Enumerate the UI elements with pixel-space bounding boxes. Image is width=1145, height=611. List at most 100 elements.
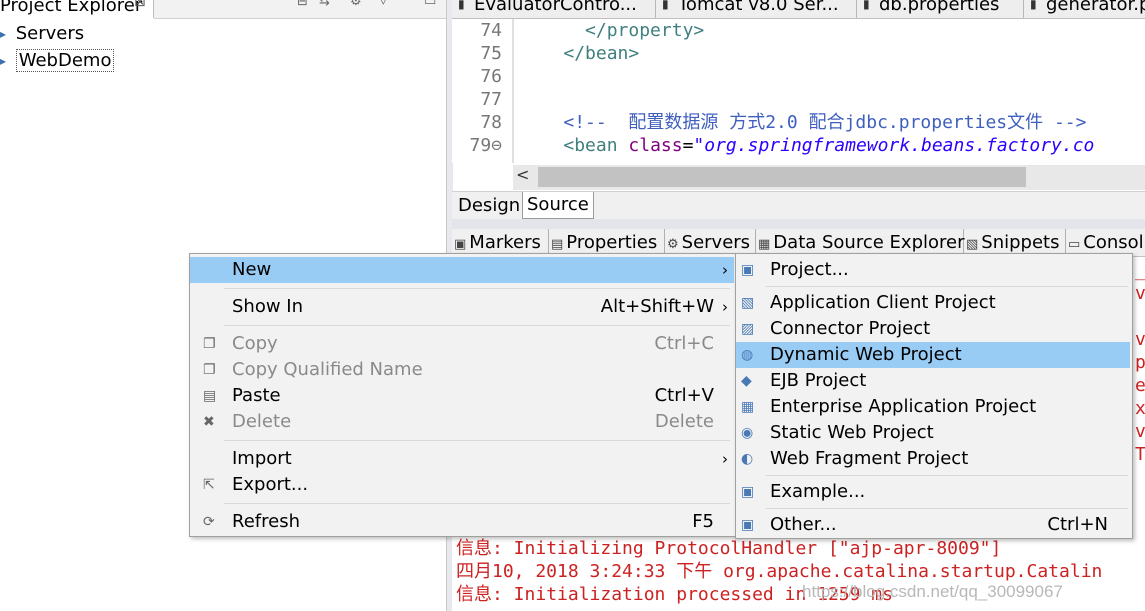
menu-item-import[interactable]: Import › <box>190 446 734 472</box>
close-icon[interactable]: ⊠ <box>134 0 146 10</box>
tree-item-label: WebDemo <box>15 49 115 72</box>
console-line-fragment: vc <box>1135 329 1145 350</box>
code-line: </property> <box>520 19 704 42</box>
submenu-item-ejb-project[interactable]: ◆ EJB Project <box>736 368 1130 394</box>
code-line: <bean class="org.springframework.beans.f… <box>520 134 1094 157</box>
folder-icon: ▸ <box>0 27 7 41</box>
scrollbar-thumb[interactable] <box>538 167 1026 187</box>
submenu-item-project[interactable]: ▣ Project... <box>736 257 1130 283</box>
menu-item-label: Paste <box>232 385 281 406</box>
menu-item-export[interactable]: ⇱ Export... <box>190 472 734 498</box>
editor-tab-generator[interactable]: ▮ generator.p <box>1024 0 1145 18</box>
project-explorer-toolbar: ⊟ ⇆ ⚙ ▿ ▭ <box>154 0 446 19</box>
menu-item-shortcut: Ctrl+C <box>654 333 714 354</box>
tree-item-label: Servers <box>15 23 85 44</box>
tab-source[interactable]: Source <box>522 192 594 219</box>
minimize-icon[interactable]: ▭ <box>424 0 436 9</box>
submenu-item-connector-project[interactable]: ▨ Connector Project <box>736 316 1130 342</box>
menu-item-paste[interactable]: ▤ Paste Ctrl+V <box>190 383 734 409</box>
console-line-prefix: 信息: <box>456 584 503 605</box>
link-with-editor-icon[interactable]: ⇆ <box>319 0 330 9</box>
submenu-item-dynamic-web-project[interactable]: ◍ Dynamic Web Project <box>736 342 1130 368</box>
delete-icon: ✖ <box>203 414 215 430</box>
tab-design[interactable]: Design <box>452 192 526 220</box>
collapse-all-icon[interactable]: ⊟ <box>297 0 308 9</box>
console-line: 四月10, 2018 3:24:33 下午 org.apache.catalin… <box>456 560 1102 583</box>
properties-file-icon: ▮ <box>863 0 870 11</box>
menu-item-refresh[interactable]: ⟳ Refresh F5 <box>190 509 734 535</box>
tree-item-servers[interactable]: ▸ Servers <box>0 22 84 46</box>
submenu-item-label: Web Fragment Project <box>770 448 969 469</box>
server-icon: ▮ <box>662 0 669 11</box>
line-number: 78 <box>480 112 502 133</box>
editor-tab-evaluator[interactable]: ▮ EvaluatorContro... <box>452 0 656 18</box>
submenu-item-enterprise-application-project[interactable]: ▦ Enterprise Application Project <box>736 394 1130 420</box>
menu-item-label: New <box>232 259 272 280</box>
project-icon: ▸ <box>0 54 7 68</box>
menu-item-shortcut: Delete <box>654 411 714 432</box>
tab-label: Snippets <box>981 232 1060 253</box>
tab-data-source-explorer[interactable]: ▦ Data Source Explorer <box>756 229 965 256</box>
submenu-item-application-client-project[interactable]: ▧ Application Client Project <box>736 290 1130 316</box>
tab-snippets[interactable]: ▧ Snippets <box>964 229 1066 256</box>
menu-item-new[interactable]: New › <box>190 257 734 283</box>
other-wizard-icon: ▣ <box>741 517 755 533</box>
console-line-prefix: 信息: <box>456 538 503 559</box>
copy-qualified-icon: ❐ <box>203 362 216 378</box>
console-line-text: org.apache.catalina.startup.Catalin <box>712 561 1103 582</box>
view-menu-icon[interactable]: ▿ <box>380 0 387 9</box>
console-icon: ▭ <box>1068 237 1081 252</box>
menu-item-show-in[interactable]: Show In Alt+Shift+W › <box>190 294 734 320</box>
tab-console[interactable]: ▭ Consol <box>1066 229 1145 256</box>
menu-item-delete[interactable]: ✖ Delete Delete <box>190 409 734 435</box>
app-client-project-icon: ▧ <box>741 295 755 311</box>
submenu-item-static-web-project[interactable]: ◉ Static Web Project <box>736 420 1130 446</box>
menu-item-label: Import <box>232 448 292 469</box>
project-explorer-tab[interactable]: Project Explorer ⊠ <box>0 0 154 18</box>
scroll-left-icon[interactable]: < <box>516 165 529 184</box>
editor-tab-label: Tomcat v8.0 Ser... <box>678 0 839 15</box>
submenu-item-example[interactable]: ▣ Example... <box>736 479 1130 505</box>
editor-tab-db-properties[interactable]: ▮ db.properties <box>857 0 1024 18</box>
snippets-icon: ▧ <box>966 237 979 252</box>
line-number: 77 <box>480 89 502 110</box>
line-number: 75 <box>480 43 502 64</box>
filter-icon[interactable]: ⚙ <box>350 0 362 9</box>
chevron-right-icon: › <box>722 298 728 316</box>
editor-tab-label: db.properties <box>879 0 1000 15</box>
tab-label: Properties <box>566 232 658 253</box>
tab-label: Markers <box>469 232 541 253</box>
code-token: "org.springframework.beans.factory.co <box>693 135 1095 156</box>
submenu-item-other[interactable]: ▣ Other... Ctrl+N <box>736 512 1130 538</box>
tab-servers[interactable]: ⚙ Servers <box>665 229 756 256</box>
markers-icon: ▣ <box>454 237 467 252</box>
copy-icon: ❐ <box>203 336 216 352</box>
menu-separator <box>766 475 1128 476</box>
submenu-item-web-fragment-project[interactable]: ◐ Web Fragment Project <box>736 446 1130 472</box>
console-line-fragment: vc <box>1135 283 1145 304</box>
editor-tab-tomcat[interactable]: ▮ Tomcat v8.0 Ser... <box>656 0 857 18</box>
console-line-fragment: vc <box>1135 421 1145 442</box>
export-icon: ⇱ <box>203 477 215 493</box>
menu-separator <box>766 286 1128 287</box>
menu-separator <box>224 503 730 504</box>
code-token: </bean> <box>563 43 640 64</box>
tab-properties[interactable]: ▤ Properties <box>549 229 665 256</box>
code-line: </bean> <box>520 42 639 65</box>
line-number: 79⊖ <box>469 135 502 156</box>
console-line-text: Initializing ProtocolHandler ["ajp-apr-8… <box>502 538 1002 559</box>
menu-item-copy-qualified-name[interactable]: ❐ Copy Qualified Name <box>190 357 734 383</box>
console-line-fragment: p <box>1135 352 1145 373</box>
horizontal-splitter[interactable] <box>452 219 1145 229</box>
code-token: <!-- 配置数据源 方式2.0 配合jdbc.properties文件 --> <box>563 112 1087 133</box>
menu-item-copy[interactable]: ❐ Copy Ctrl+C <box>190 331 734 357</box>
connector-project-icon: ▨ <box>741 321 755 337</box>
editor-horizontal-scrollbar[interactable]: < <box>513 165 1145 190</box>
menu-separator <box>224 288 730 289</box>
tree-item-webdemo[interactable]: ▸ WebDemo <box>0 49 115 73</box>
watermark-text: https://blog.csdn.net/qq_30099067 <box>802 582 1063 601</box>
tab-markers[interactable]: ▣ Markers <box>452 229 549 256</box>
ejb-project-icon: ◆ <box>741 373 752 389</box>
